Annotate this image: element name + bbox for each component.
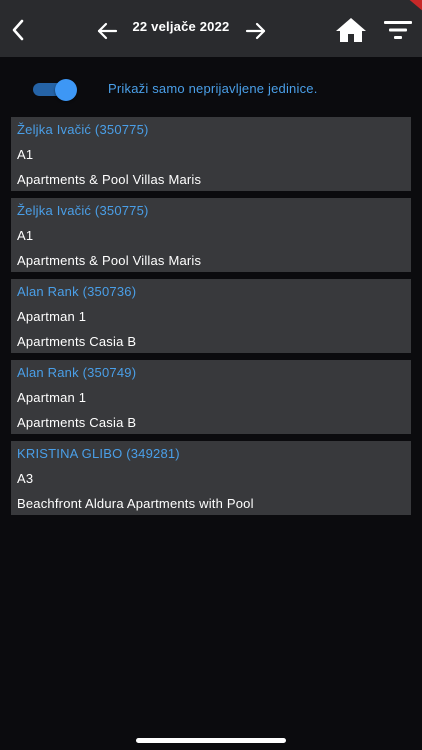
unit-name: A3 <box>17 471 34 486</box>
property-name: Apartments Casia B <box>17 334 137 349</box>
unreported-only-switch[interactable] <box>33 79 79 101</box>
debug-corner-ribbon <box>402 0 422 16</box>
guest-name: Željka Ivačić (350775) <box>17 122 149 137</box>
filter-icon <box>384 21 412 39</box>
unreported-only-label: Prikaži samo neprijavljene jedinice. <box>108 81 318 96</box>
property-name: Apartments Casia B <box>17 415 137 430</box>
list-item[interactable]: Alan Rank (350736) Apartman 1 Apartments… <box>11 279 411 353</box>
unit-name: A1 <box>17 228 34 243</box>
unit-list: Željka Ivačić (350775) A1 Apartments & P… <box>11 117 411 522</box>
guest-name: KRISTINA GLIBO (349281) <box>17 446 180 461</box>
home-indicator[interactable] <box>136 738 286 743</box>
unreported-filter-row: Prikaži samo neprijavljene jedinice. <box>0 72 422 106</box>
guest-name: Željka Ivačić (350775) <box>17 203 149 218</box>
back-button[interactable] <box>4 14 32 46</box>
arrow-left-icon <box>97 22 118 40</box>
property-name: Apartments & Pool Villas Maris <box>17 172 202 187</box>
arrow-right-icon <box>245 22 266 40</box>
next-day-button[interactable] <box>242 16 270 46</box>
date-title: 22 veljače 2022 <box>132 19 230 34</box>
unit-name: Apartman 1 <box>17 390 87 405</box>
switch-knob <box>55 79 77 101</box>
list-item[interactable]: Željka Ivačić (350775) A1 Apartments & P… <box>11 198 411 272</box>
back-chevron-icon <box>12 19 24 41</box>
property-name: Apartments & Pool Villas Maris <box>17 253 202 268</box>
home-icon <box>336 18 366 42</box>
guest-name: Alan Rank (350749) <box>17 365 137 380</box>
previous-day-button[interactable] <box>93 16 121 46</box>
list-item[interactable]: KRISTINA GLIBO (349281) A3 Beachfront Al… <box>11 441 411 515</box>
property-name: Beachfront Aldura Apartments with Pool <box>17 496 254 511</box>
guest-name: Alan Rank (350736) <box>17 284 137 299</box>
unit-name: Apartman 1 <box>17 309 87 324</box>
list-item[interactable]: Željka Ivačić (350775) A1 Apartments & P… <box>11 117 411 191</box>
home-button[interactable] <box>332 14 370 46</box>
unit-name: A1 <box>17 147 34 162</box>
list-item[interactable]: Alan Rank (350749) Apartman 1 Apartments… <box>11 360 411 434</box>
filter-button[interactable] <box>380 16 416 44</box>
top-bar: 22 veljače 2022 <box>0 0 422 57</box>
